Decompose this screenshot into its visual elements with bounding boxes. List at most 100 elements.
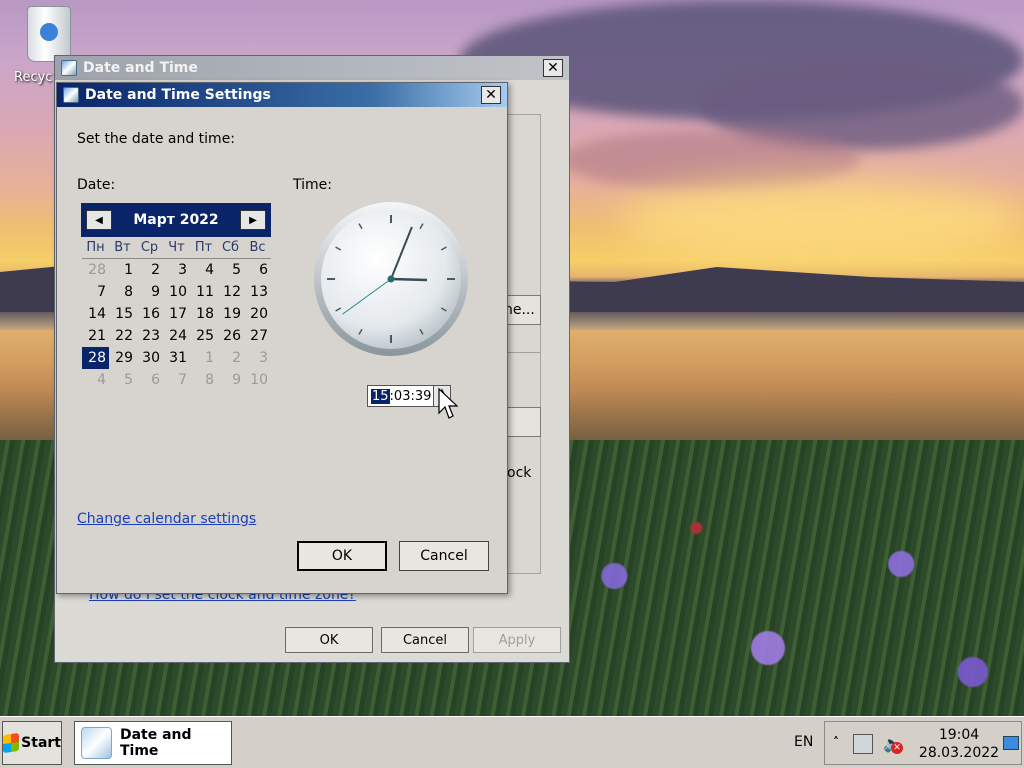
calendar-day[interactable]: 23 xyxy=(136,325,163,347)
dialog-title: Date and Time Settings xyxy=(85,87,271,103)
calendar-day[interactable]: 3 xyxy=(163,259,190,281)
time-rest-segment[interactable]: :03:39 xyxy=(390,389,432,404)
calendar-day[interactable]: 1 xyxy=(109,259,136,281)
calendar-day[interactable]: 5 xyxy=(109,369,136,391)
volume-muted-icon[interactable]: 🔈✕ xyxy=(883,734,903,754)
calendar-day[interactable]: 5 xyxy=(217,259,244,281)
date-time-icon xyxy=(81,727,112,759)
system-tray: ˄ 🔈✕ 19:04 28.03.2022 xyxy=(824,721,1022,765)
calendar-day[interactable]: 11 xyxy=(190,281,217,303)
cancel-button[interactable]: Cancel xyxy=(381,627,469,653)
calendar-day[interactable]: 3 xyxy=(244,347,271,369)
arrow-right-icon: ▶ xyxy=(249,214,257,226)
calendar-day[interactable]: 10 xyxy=(244,369,271,391)
calendar-day[interactable]: 27 xyxy=(244,325,271,347)
clock-info-text: ock xyxy=(507,465,532,481)
calendar-day[interactable]: 28 xyxy=(82,259,109,281)
change-time-zone-button[interactable] xyxy=(503,407,541,437)
calendar-day[interactable]: 6 xyxy=(244,259,271,281)
show-desktop-icon[interactable] xyxy=(1003,736,1019,750)
calendar-day[interactable]: 7 xyxy=(82,281,109,303)
calendar-month[interactable]: Март 2022 xyxy=(133,212,218,228)
calendar-header: ◀ Март 2022 ▶ xyxy=(81,203,271,237)
calendar-day[interactable]: 13 xyxy=(244,281,271,303)
hour-hand xyxy=(390,277,428,282)
time-hours-segment[interactable]: 15 xyxy=(371,388,390,404)
calendar-day[interactable]: 2 xyxy=(136,259,163,281)
divider xyxy=(507,352,541,353)
calendar-day[interactable]: 22 xyxy=(109,325,136,347)
recycle-bin-icon xyxy=(27,6,71,62)
calendar-day[interactable]: 20 xyxy=(244,303,271,325)
date-time-icon xyxy=(63,87,79,103)
weekday-header: Пт xyxy=(190,237,217,259)
calendar-day[interactable]: 24 xyxy=(163,325,190,347)
network-icon[interactable] xyxy=(853,734,873,754)
close-button[interactable]: ✕ xyxy=(543,59,563,77)
calendar-day[interactable]: 8 xyxy=(190,369,217,391)
calendar-day[interactable]: 7 xyxy=(163,369,190,391)
close-button[interactable]: ✕ xyxy=(481,86,501,104)
calendar-grid: Пн Вт Ср Чт Пт Сб Вс 28 1 2 3 4 5 6 7 8 9 10 11 12 13 14 15 16 1… xyxy=(82,237,271,391)
calendar-day[interactable]: 8 xyxy=(109,281,136,303)
taskbar-item-date-and-time[interactable]: Date and Time xyxy=(74,721,232,765)
calendar-day[interactable]: 4 xyxy=(190,259,217,281)
calendar-day[interactable]: 18 xyxy=(190,303,217,325)
start-label: Start xyxy=(21,735,61,751)
tray-date: 28.03.2022 xyxy=(918,745,1000,761)
calendar-day[interactable]: 26 xyxy=(217,325,244,347)
show-hidden-icons-icon[interactable]: ˄ xyxy=(833,735,839,749)
close-icon: ✕ xyxy=(547,60,559,76)
date-time-settings-dialog: Date and Time Settings ✕ Set the date an… xyxy=(56,82,508,594)
calendar-day[interactable]: 31 xyxy=(163,347,190,369)
calendar-day[interactable]: 1 xyxy=(190,347,217,369)
weekday-header: Сб xyxy=(217,237,244,259)
calendar-day[interactable]: 30 xyxy=(136,347,163,369)
start-button[interactable]: Start xyxy=(2,721,62,765)
dialog-titlebar[interactable]: Date and Time Settings ✕ xyxy=(57,83,507,107)
calendar-day[interactable]: 12 xyxy=(217,281,244,303)
change-calendar-settings-link[interactable]: Change calendar settings xyxy=(77,511,256,527)
ok-button[interactable]: OK xyxy=(297,541,387,571)
instruction-text: Set the date and time: xyxy=(77,131,236,147)
cancel-button[interactable]: Cancel xyxy=(399,541,489,571)
calendar-day[interactable]: 9 xyxy=(217,369,244,391)
next-month-button[interactable]: ▶ xyxy=(239,210,266,230)
date-label: Date: xyxy=(77,177,116,193)
prev-month-button[interactable]: ◀ xyxy=(86,210,112,230)
change-date-time-button[interactable]: ne... xyxy=(503,295,541,325)
tray-clock[interactable]: 19:04 28.03.2022 xyxy=(917,726,1001,762)
window-titlebar[interactable]: Date and Time ✕ xyxy=(55,56,569,80)
weekday-header: Вт xyxy=(109,237,136,259)
weekday-header: Ср xyxy=(136,237,163,259)
task-label: Date and Time xyxy=(119,727,192,759)
calendar-day[interactable]: 6 xyxy=(136,369,163,391)
language-indicator[interactable]: EN xyxy=(794,734,813,750)
calendar: ◀ Март 2022 ▶ Пн Вт Ср Чт Пт Сб Вс 28 1 2 3 4 5 6 7 8 9 1… xyxy=(81,203,271,391)
calendar-day[interactable]: 10 xyxy=(163,281,190,303)
calendar-day[interactable]: 21 xyxy=(82,325,109,347)
calendar-day[interactable]: 29 xyxy=(109,347,136,369)
tab-panel xyxy=(507,114,541,574)
apply-button[interactable]: Apply xyxy=(473,627,561,653)
calendar-day[interactable]: 2 xyxy=(217,347,244,369)
button-label: ne... xyxy=(504,302,535,318)
analog-clock xyxy=(314,202,468,356)
calendar-day[interactable]: 25 xyxy=(190,325,217,347)
calendar-day[interactable]: 9 xyxy=(136,281,163,303)
windows-logo-icon xyxy=(3,732,20,754)
calendar-day[interactable]: 28 xyxy=(82,347,109,369)
close-icon: ✕ xyxy=(485,87,497,103)
date-time-icon xyxy=(61,60,77,76)
window-title: Date and Time xyxy=(83,60,198,76)
calendar-day[interactable]: 19 xyxy=(217,303,244,325)
time-label: Time: xyxy=(293,177,332,193)
calendar-day[interactable]: 4 xyxy=(82,369,109,391)
calendar-day[interactable]: 14 xyxy=(82,303,109,325)
calendar-day[interactable]: 15 xyxy=(109,303,136,325)
calendar-day[interactable]: 17 xyxy=(163,303,190,325)
calendar-day[interactable]: 16 xyxy=(136,303,163,325)
wallpaper-sunglow xyxy=(620,180,1024,260)
tray-time: 19:04 xyxy=(938,727,980,743)
ok-button[interactable]: OK xyxy=(285,627,373,653)
